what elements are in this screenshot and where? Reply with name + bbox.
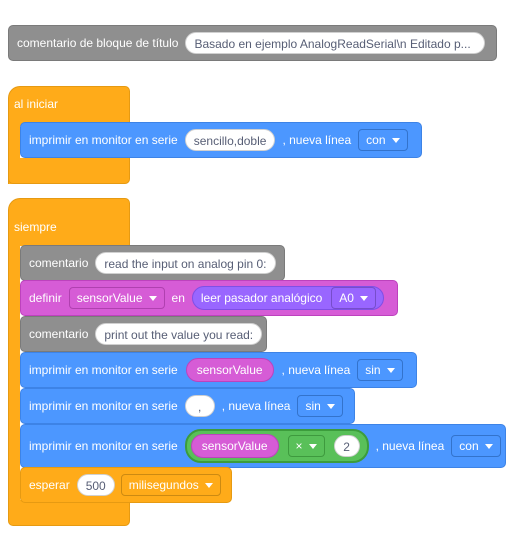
newline-dropdown-1[interactable]: sin [357,359,403,381]
wait-label: esperar [29,478,70,492]
setup-print-label: imprimir en monitor en serie [29,133,178,147]
setup-c-bottom [8,158,130,184]
newline-label-1: , nueva línea [281,363,351,377]
wait-input[interactable]: 500 [76,474,115,496]
newline-value-3: con [459,439,479,453]
setup-print-block[interactable]: imprimir en monitor en serie sencillo,do… [20,122,422,158]
pin-value: A0 [339,291,354,305]
variable-dropdown[interactable]: sensorValue [68,287,165,309]
operator-dropdown[interactable]: × [287,435,325,457]
print-label-3: imprimir en monitor en serie [29,439,178,453]
comment-label-1: comentario [29,256,89,270]
operator-value: × [295,439,303,453]
define-variable-block[interactable]: definir sensorValue en leer pasador anal… [20,280,398,316]
wait-unit-dropdown[interactable]: milisegundos [120,474,221,496]
forever-hat-label: siempre [14,220,57,234]
comment-block-1[interactable]: comentario read the input on analog pin … [20,245,285,281]
setup-print-input[interactable]: sencillo,doble [184,129,276,151]
newline-value-1: sin [365,363,381,377]
comment-block-2[interactable]: comentario print out the value you read: [20,316,267,352]
forever-c-bottom [8,500,130,526]
comment-input-2[interactable]: print out the value you read: [95,323,263,345]
print-block-2[interactable]: imprimir en monitor en serie , , nueva l… [20,388,355,424]
define-label: definir [29,291,62,305]
newline-dropdown-3[interactable]: con [451,435,501,457]
newline-label-3: , nueva línea [375,439,445,453]
dropdown-caret-icon [148,295,157,301]
dropdown-caret-icon [326,403,335,409]
define-in-label: en [171,291,185,305]
dropdown-caret-icon [484,443,493,449]
variable-value: sensorValue [76,291,143,305]
comment-label-2: comentario [29,327,89,341]
dropdown-caret-icon [391,137,400,143]
setup-newline-dropdown[interactable]: con [358,129,408,151]
setup-hat-label: al iniciar [14,97,59,111]
dropdown-caret-icon [204,482,213,488]
dropdown-caret-icon [359,295,368,301]
multiply-operator-reporter[interactable]: sensorValue × 2 [184,429,369,463]
wait-block[interactable]: esperar 500 milisegundos [20,467,232,503]
print-label-2: imprimir en monitor en serie [29,399,178,413]
operand-input[interactable]: 2 [333,435,360,457]
analog-read-reporter[interactable]: leer pasador analógico A0 [191,286,384,310]
wait-unit-value: milisegundos [128,478,199,492]
setup-newline-value: con [366,133,386,147]
comment-input-1[interactable]: read the input on analog pin 0: [95,252,276,274]
newline-label-2: , nueva línea [221,399,291,413]
sensorvalue-reporter-2[interactable]: sensorValue [190,434,279,458]
sensorvalue-reporter-1[interactable]: sensorValue [185,358,274,382]
print-block-1[interactable]: imprimir en monitor en serie sensorValue… [20,352,417,388]
dropdown-caret-icon [308,443,317,449]
print-block-3[interactable]: imprimir en monitor en serie sensorValue… [20,424,506,468]
newline-value-2: sin [305,399,321,413]
newline-dropdown-2[interactable]: sin [297,395,343,417]
forever-c-arm [8,244,20,506]
setup-newline-label: , nueva línea [282,133,352,147]
print-input-2[interactable]: , [184,395,215,417]
analog-read-label: leer pasador analógico [200,291,323,305]
title-comment-label: comentario de bloque de título [17,36,179,50]
print-label-1: imprimir en monitor en serie [29,363,178,377]
pin-dropdown[interactable]: A0 [331,287,376,309]
dropdown-caret-icon [386,367,395,373]
title-comment-input[interactable]: Basado en ejemplo AnalogReadSerial\n Edi… [185,32,486,54]
title-comment-block[interactable]: comentario de bloque de título Basado en… [8,25,497,61]
